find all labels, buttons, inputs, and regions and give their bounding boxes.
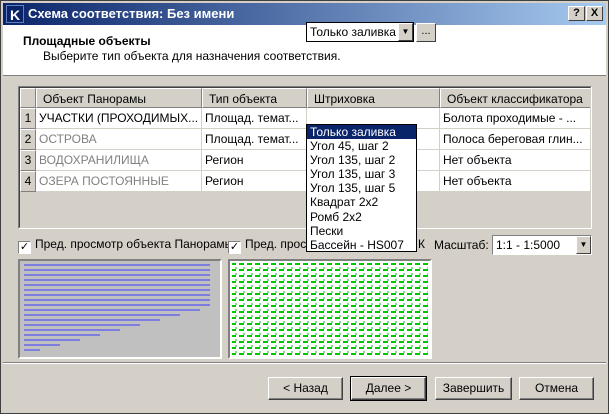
preview-classifier-checkbox[interactable]: ✓ Пред. просм <box>228 237 315 254</box>
page-title: Площадные объекты <box>23 34 151 48</box>
table-cell-type[interactable]: Площад. темат... <box>202 108 307 129</box>
column-header-classifier-object[interactable]: Объект классификатора <box>440 88 590 108</box>
title-bar: K Схема соответствия: Без имени ? X <box>3 3 606 25</box>
row-number[interactable]: 3 <box>20 150 36 171</box>
column-header-object-type[interactable]: Тип объекта <box>202 88 307 108</box>
page-subtitle: Выберите тип объекта для назначения соот… <box>43 49 341 63</box>
dropdown-option[interactable]: Угол 135, шаг 2 <box>307 153 416 167</box>
row-number[interactable]: 1 <box>20 108 36 129</box>
wizard-header: Площадные объекты Выберите тип объекта д… <box>3 25 606 76</box>
chevron-down-icon[interactable]: ▼ <box>398 23 413 41</box>
table-cell-classifier[interactable]: Полоса береговая глин... <box>440 129 590 150</box>
table-cell-classifier[interactable]: Болота проходимые - ... <box>440 108 590 129</box>
cancel-button[interactable]: Отмена <box>519 377 594 400</box>
table-cell-object[interactable]: ОЗЕРА ПОСТОЯННЫЕ <box>36 171 202 192</box>
table-cell-type[interactable]: Регион <box>202 171 307 192</box>
row-number[interactable]: 2 <box>20 129 36 150</box>
hatch-dropdown-list[interactable]: Только заливка Угол 45, шаг 2 Угол 135, … <box>306 124 417 252</box>
preview-classifier-label-tail: К <box>418 237 425 251</box>
classifier-hatch-preview-icon <box>232 263 428 355</box>
table-cell-object[interactable]: ОСТРОВА <box>36 129 202 150</box>
table-cell-type[interactable]: Площад. темат... <box>202 129 307 150</box>
row-number[interactable]: 4 <box>20 171 36 192</box>
corner-cell <box>20 88 36 108</box>
dropdown-option[interactable]: Только заливка <box>307 125 416 140</box>
dropdown-option[interactable]: Угол 45, шаг 2 <box>307 139 416 153</box>
table-cell-type[interactable]: Регион <box>202 150 307 171</box>
preview-classifier-label: Пред. просм <box>245 237 315 251</box>
hatch-browse-button[interactable]: ... <box>416 23 436 42</box>
dropdown-option[interactable]: Бассейн - HS007 <box>307 238 416 252</box>
back-button[interactable]: < Назад <box>268 377 343 400</box>
mapping-table: Объект Панорамы Тип объекта Штриховка Об… <box>18 86 592 229</box>
column-header-hatch[interactable]: Штриховка <box>307 88 440 108</box>
scale-label: Масштаб: <box>434 238 489 252</box>
scale-select[interactable]: 1:1 - 1:5000 ▼ <box>492 235 592 255</box>
divider <box>3 363 606 364</box>
table-cell-object[interactable]: ВОДОХРАНИЛИЩА <box>36 150 202 171</box>
app-logo-icon: K <box>6 5 24 23</box>
panorama-hatch-preview-icon <box>24 264 210 351</box>
preview-panorama-label: Пред. просмотр объекта Панорамы <box>35 237 234 251</box>
panorama-object-preview <box>18 259 222 359</box>
dropdown-option[interactable]: Угол 135, шаг 5 <box>307 181 416 195</box>
dropdown-option[interactable]: Квадрат 2x2 <box>307 195 416 209</box>
classifier-object-preview <box>228 259 432 359</box>
table-cell-classifier[interactable]: Нет объекта <box>440 171 590 192</box>
hatch-select[interactable]: Только заливка ▼ <box>306 22 414 42</box>
dropdown-option[interactable]: Пески <box>307 224 416 238</box>
checkbox-checked-icon[interactable]: ✓ <box>18 241 31 254</box>
dropdown-option[interactable]: Ромб 2x2 <box>307 210 416 224</box>
checkbox-checked-icon[interactable]: ✓ <box>228 241 241 254</box>
next-button[interactable]: Далее > <box>350 376 427 401</box>
table-cell-object[interactable]: УЧАСТКИ (ПРОХОДИМЫХ... <box>36 108 202 129</box>
close-button[interactable]: X <box>586 6 603 21</box>
preview-panorama-checkbox[interactable]: ✓ Пред. просмотр объекта Панорамы <box>18 237 234 254</box>
window-title: Схема соответствия: Без имени <box>28 6 235 21</box>
dialog-window: K Схема соответствия: Без имени ? X Площ… <box>0 0 609 414</box>
table-cell-classifier[interactable]: Нет объекта <box>440 150 590 171</box>
chevron-down-icon[interactable]: ▼ <box>576 236 591 254</box>
hatch-select-value: Только заливка <box>310 25 396 39</box>
column-header-panorama-object[interactable]: Объект Панорамы <box>36 88 202 108</box>
help-button[interactable]: ? <box>568 6 585 21</box>
table-empty-area <box>20 192 590 227</box>
finish-button[interactable]: Завершить <box>435 377 512 400</box>
dropdown-option[interactable]: Угол 135, шаг 3 <box>307 167 416 181</box>
scale-value: 1:1 - 1:5000 <box>496 238 561 252</box>
